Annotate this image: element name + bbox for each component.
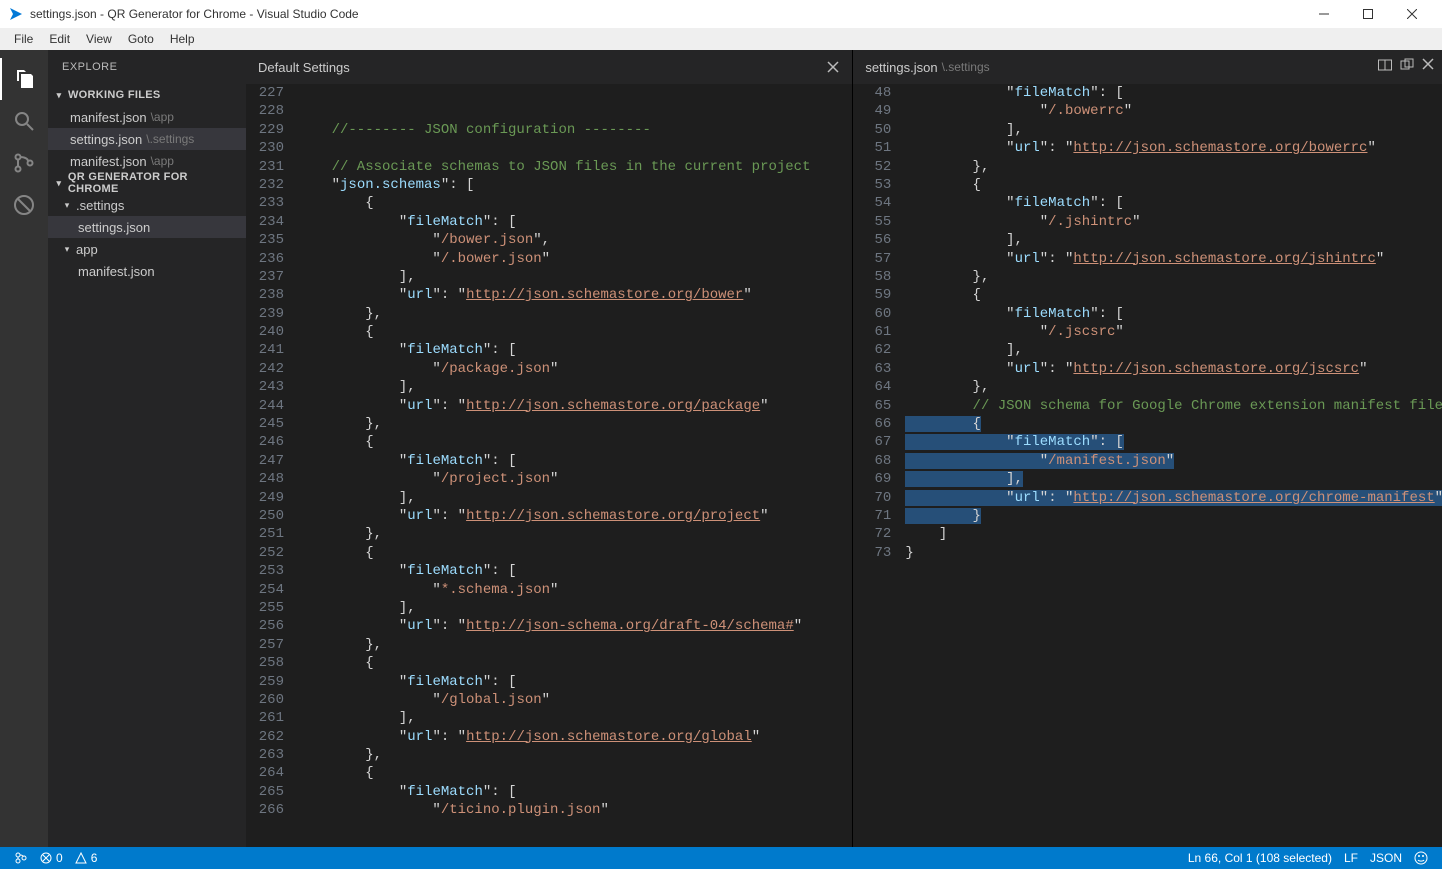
code-area-right[interactable]: 4849505152535455565758596061626364656667… [853, 84, 1442, 847]
status-feedback-icon[interactable] [1408, 851, 1434, 865]
app-icon [8, 6, 24, 22]
chevron-down-icon: ▾ [62, 200, 72, 211]
activity-debug[interactable] [0, 184, 48, 226]
status-eol[interactable]: LF [1338, 851, 1364, 865]
folder-item[interactable]: ▾ app [48, 238, 246, 260]
activity-search[interactable] [0, 100, 48, 142]
close-icon[interactable] [824, 58, 842, 76]
editor-right: settings.json \.settings 484950515253545… [853, 50, 1442, 847]
menu-file[interactable]: File [6, 30, 41, 48]
minimize-button[interactable] [1302, 0, 1346, 28]
working-file-item[interactable]: manifest.json \app [48, 150, 246, 172]
file-tree-item[interactable]: manifest.json [48, 260, 246, 282]
status-warnings[interactable]: 6 [69, 851, 104, 865]
file-tree-item[interactable]: settings.json [48, 216, 246, 238]
sidebar-explorer: EXPLORE ▾ WORKING FILES manifest.json \a… [48, 50, 246, 847]
editor-tab-right[interactable]: settings.json \.settings [853, 50, 1442, 84]
folder-item[interactable]: ▾ .settings [48, 194, 246, 216]
editor-left: Default Settings 22722822923023123223323… [246, 50, 853, 847]
project-header[interactable]: ▾ QR GENERATOR FOR CHROME [48, 172, 246, 194]
menu-bar: File Edit View Goto Help [0, 28, 1442, 50]
close-window-button[interactable] [1390, 0, 1434, 28]
maximize-button[interactable] [1346, 0, 1390, 28]
editor-tab-left[interactable]: Default Settings [246, 50, 852, 84]
window-title: settings.json - QR Generator for Chrome … [30, 7, 359, 21]
close-icon[interactable] [1422, 58, 1434, 72]
code-area-left[interactable]: 2272282292302312322332342352362372382392… [246, 84, 852, 847]
sidebar-title: EXPLORE [48, 50, 246, 84]
chevron-down-icon: ▾ [62, 244, 72, 255]
status-errors[interactable]: 0 [34, 851, 69, 865]
status-cursor-position[interactable]: Ln 66, Col 1 (108 selected) [1182, 851, 1338, 865]
status-git-icon[interactable] [8, 851, 34, 865]
working-file-item[interactable]: manifest.json \app [48, 106, 246, 128]
title-bar: settings.json - QR Generator for Chrome … [0, 0, 1442, 28]
more-icon[interactable] [1400, 58, 1414, 72]
chevron-down-icon: ▾ [54, 178, 64, 189]
menu-goto[interactable]: Goto [120, 30, 162, 48]
activity-bar [0, 50, 48, 847]
menu-edit[interactable]: Edit [41, 30, 78, 48]
menu-help[interactable]: Help [162, 30, 203, 48]
working-file-item[interactable]: settings.json \.settings [48, 128, 246, 150]
activity-explorer[interactable] [0, 58, 48, 100]
working-files-header[interactable]: ▾ WORKING FILES [48, 84, 246, 106]
activity-git[interactable] [0, 142, 48, 184]
chevron-down-icon: ▾ [54, 90, 64, 101]
editor-group: Default Settings 22722822923023123223323… [246, 50, 1442, 847]
split-editor-icon[interactable] [1378, 58, 1392, 72]
status-bar: 0 6 Ln 66, Col 1 (108 selected) LF JSON [0, 847, 1442, 869]
status-language[interactable]: JSON [1364, 851, 1408, 865]
menu-view[interactable]: View [78, 30, 120, 48]
